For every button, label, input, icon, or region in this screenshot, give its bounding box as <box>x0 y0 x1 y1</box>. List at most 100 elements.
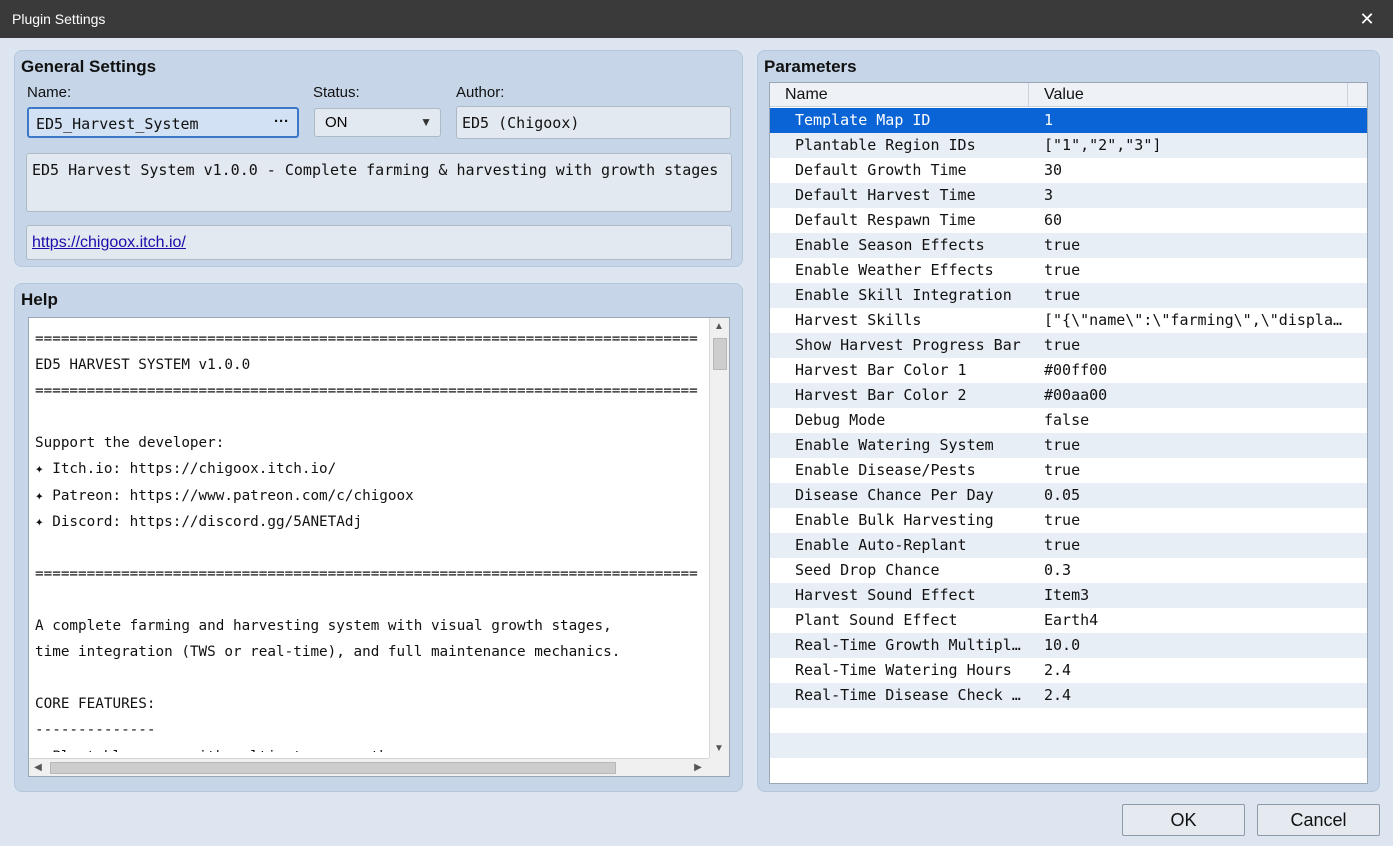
parameter-row[interactable]: Enable Watering System true <box>770 433 1367 458</box>
parameter-name: Enable Disease/Pests <box>795 461 976 479</box>
help-line: ========================================… <box>35 331 698 347</box>
status-label: Status: <box>313 84 360 101</box>
help-vertical-scrollbar[interactable]: ▲ ▼ <box>709 318 729 758</box>
scroll-right-icon[interactable]: ▶ <box>689 759 707 777</box>
parameter-row[interactable]: Harvest Skills ["{\"name\":\"farming\",\"… <box>770 308 1367 333</box>
parameter-row[interactable]: Harvest Sound Effect Item3 <box>770 583 1367 608</box>
description-value: ED5 Harvest System v1.0.0 - Complete far… <box>32 161 719 179</box>
parameter-row[interactable]: Enable Auto-Replant true <box>770 533 1367 558</box>
parameter-row[interactable]: Enable Weather Effects true <box>770 258 1367 283</box>
scroll-up-icon[interactable]: ▲ <box>710 318 728 336</box>
name-browse-button[interactable]: ··· <box>274 113 289 130</box>
parameter-row[interactable]: Default Growth Time 30 <box>770 158 1367 183</box>
parameter-value: false <box>1044 411 1090 429</box>
parameter-row[interactable]: Plantable Region IDs ["1","2","3"] <box>770 133 1367 158</box>
parameter-value: true <box>1044 236 1081 254</box>
cancel-button[interactable]: Cancel <box>1257 804 1380 836</box>
parameter-name: Default Growth Time <box>795 161 967 179</box>
parameter-row[interactable]: Enable Skill Integration true <box>770 283 1367 308</box>
parameter-row[interactable]: Template Map ID 1 <box>770 108 1367 133</box>
parameter-name: Real-Time Growth Multipl… <box>795 636 1021 654</box>
parameter-value: true <box>1044 511 1081 529</box>
parameter-name: Default Respawn Time <box>795 211 976 229</box>
parameter-row[interactable]: Real-Time Growth Multipl… 10.0 <box>770 633 1367 658</box>
parameter-name: Seed Drop Chance <box>795 561 940 579</box>
parameter-name: Real-Time Disease Check … <box>795 686 1021 704</box>
parameter-row[interactable]: Harvest Bar Color 2 #00aa00 <box>770 383 1367 408</box>
parameter-row[interactable]: Harvest Bar Color 1 #00ff00 <box>770 358 1367 383</box>
help-line: ✦ Discord: https://discord.gg/5ANETAdj <box>35 513 363 530</box>
parameters-table[interactable]: Name Value Template Map ID 1 Plantable Reg… <box>769 82 1368 784</box>
status-value: ON <box>325 114 348 131</box>
column-header-name[interactable]: Name <box>770 83 1029 107</box>
parameter-value: true <box>1044 261 1081 279</box>
help-line <box>35 535 707 561</box>
help-line: ✦ Patreon: https://www.patreon.com/c/chi… <box>35 487 414 504</box>
parameter-name: Enable Bulk Harvesting <box>795 511 994 529</box>
parameter-row[interactable]: Seed Drop Chance 0.3 <box>770 558 1367 583</box>
help-line: ========================================… <box>35 383 698 400</box>
parameter-row[interactable]: Default Respawn Time 60 <box>770 208 1367 233</box>
help-line: ✦ Itch.io: https://chigoox.itch.io/ <box>35 461 337 478</box>
parameter-row[interactable]: Enable Disease/Pests true <box>770 458 1367 483</box>
help-line: CORE FEATURES: <box>35 696 156 713</box>
description-field[interactable]: ED5 Harvest System v1.0.0 - Complete far… <box>26 153 732 212</box>
parameter-value: #00aa00 <box>1044 386 1108 404</box>
parameter-name: Enable Watering System <box>795 436 994 454</box>
help-text-area[interactable]: ========================================… <box>28 317 730 777</box>
parameters-table-header: Name Value <box>770 83 1367 107</box>
parameter-row[interactable]: Show Harvest Progress Bar true <box>770 333 1367 358</box>
help-panel: Help ===================================… <box>14 283 743 792</box>
plugin-url-link[interactable]: https://chigoox.itch.io/ <box>32 234 186 252</box>
close-icon[interactable]: ✕ <box>1357 0 1377 38</box>
status-dropdown[interactable]: ON ▼ <box>314 108 441 137</box>
parameter-row[interactable]: Default Harvest Time 3 <box>770 183 1367 208</box>
parameter-value: true <box>1044 461 1081 479</box>
scroll-down-icon[interactable]: ▼ <box>710 740 728 758</box>
help-line <box>35 665 707 691</box>
parameter-name: Enable Auto-Replant <box>795 536 967 554</box>
parameter-value: 0.3 <box>1044 561 1072 579</box>
parameter-row[interactable]: Real-Time Watering Hours 2.4 <box>770 658 1367 683</box>
author-label: Author: <box>456 84 505 101</box>
parameter-row[interactable]: Real-Time Disease Check … 2.4 <box>770 683 1367 708</box>
author-field[interactable]: ED5 (Chigoox) <box>456 106 731 139</box>
parameter-value: true <box>1044 336 1081 354</box>
parameter-row[interactable]: Enable Season Effects true <box>770 233 1367 258</box>
parameter-value: 2.4 <box>1044 661 1072 679</box>
parameter-name: Default Harvest Time <box>795 186 976 204</box>
parameter-row[interactable]: Plant Sound Effect Earth4 <box>770 608 1367 633</box>
url-field[interactable]: https://chigoox.itch.io/ <box>26 225 732 260</box>
parameter-value: true <box>1044 286 1081 304</box>
parameters-title: Parameters <box>764 57 857 76</box>
title-bar: Plugin Settings ✕ <box>0 0 1393 38</box>
help-line: time integration (TWS or real-time), and… <box>35 644 621 661</box>
ok-button[interactable]: OK <box>1122 804 1245 836</box>
help-line: ========================================… <box>35 565 698 582</box>
parameter-row[interactable]: Debug Mode false <box>770 408 1367 433</box>
parameter-name: Harvest Sound Effect <box>795 586 976 604</box>
parameter-value: true <box>1044 536 1081 554</box>
horizontal-scroll-thumb[interactable] <box>50 762 616 774</box>
help-line <box>35 404 707 430</box>
help-line: Support the developer: <box>35 435 225 452</box>
column-header-value[interactable]: Value <box>1029 83 1348 107</box>
chevron-down-icon: ▼ <box>420 115 432 129</box>
vertical-scroll-thumb[interactable] <box>713 338 727 370</box>
plugin-settings-window: General Settings Name: ED5_Harvest_Syste… <box>0 38 1393 846</box>
parameter-value: Item3 <box>1044 586 1090 604</box>
parameter-value: Earth4 <box>1044 611 1099 629</box>
window-title: Plugin Settings <box>12 11 106 27</box>
parameter-row[interactable]: Disease Chance Per Day 0.05 <box>770 483 1367 508</box>
author-value: ED5 (Chigoox) <box>462 114 580 132</box>
parameter-row[interactable]: Enable Bulk Harvesting true <box>770 508 1367 533</box>
name-field[interactable]: ED5_Harvest_System ··· <box>27 107 299 138</box>
help-horizontal-scrollbar[interactable]: ◀ ▶ <box>29 758 709 776</box>
parameter-name: Plantable Region IDs <box>795 136 976 154</box>
parameter-name: Debug Mode <box>795 411 886 429</box>
parameter-name: Plant Sound Effect <box>795 611 958 629</box>
general-settings-panel: General Settings Name: ED5_Harvest_Syste… <box>14 50 743 267</box>
scroll-left-icon[interactable]: ◀ <box>29 759 47 777</box>
parameter-name: Harvest Skills <box>795 311 922 329</box>
empty-row <box>770 758 1367 783</box>
